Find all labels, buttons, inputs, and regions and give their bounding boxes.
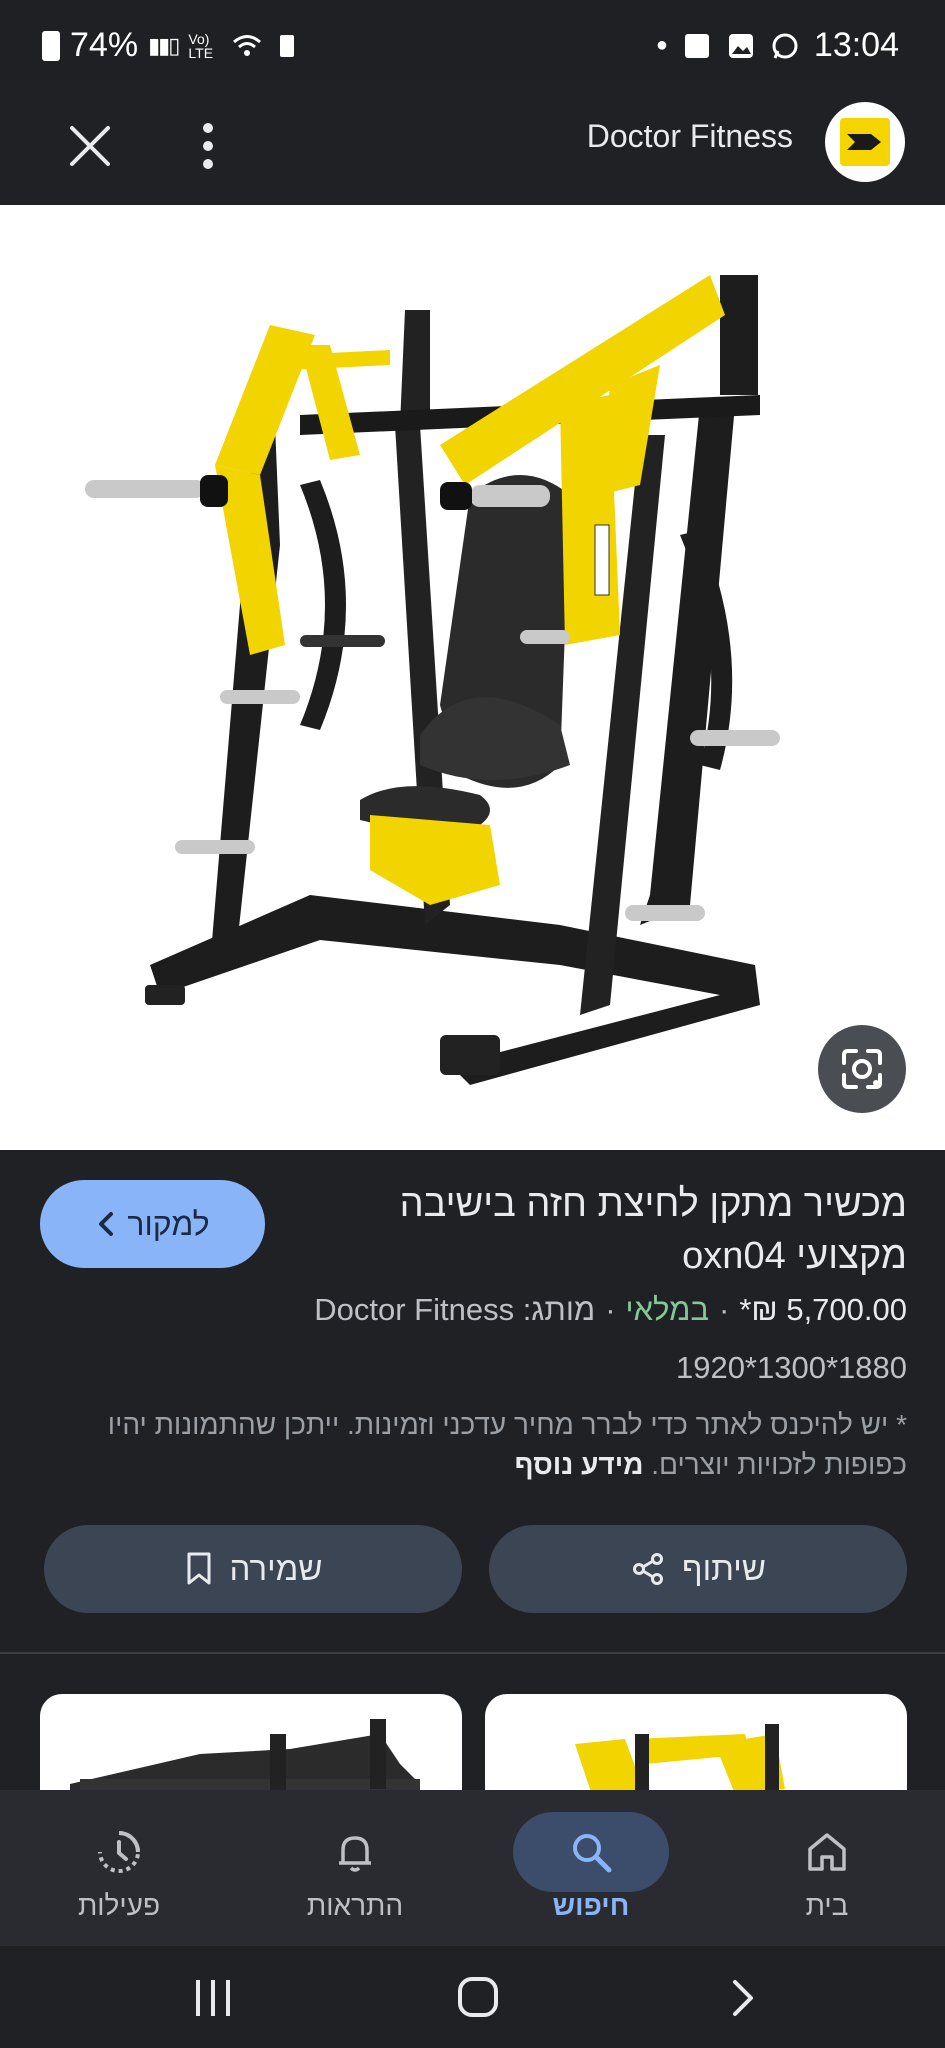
whatsapp-icon [772, 33, 798, 59]
system-navigation [0, 1946, 945, 2048]
app-notification-icon [684, 33, 709, 58]
product-dimensions: 1920*1300*1880 [675, 1350, 907, 1385]
nav-search[interactable]: חיפוש [473, 1790, 709, 1946]
nav-activity-label: פעילות [77, 1890, 161, 1921]
save-button[interactable]: שמירה [44, 1525, 462, 1613]
disclaimer-text: * יש להיכנס לאתר כדי לברר מחיר עדכני וזמ… [107, 1409, 907, 1480]
home-circle-icon[interactable] [455, 1974, 501, 2020]
home-icon [749, 1812, 905, 1892]
visit-source-button[interactable]: למקור [40, 1180, 265, 1268]
nav-notifications[interactable]: התראות [237, 1790, 473, 1946]
gallery-icon [728, 33, 753, 58]
share-icon [633, 1553, 664, 1585]
nav-home-label: בית [805, 1890, 849, 1921]
product-brand: מותג: Doctor Fitness [314, 1292, 596, 1327]
app-bar: Doctor Fitness [0, 80, 945, 205]
share-button[interactable]: שיתוף [489, 1525, 907, 1613]
clock: 13:04 [813, 26, 899, 64]
bottom-navigation: בית חיפוש התראות פעילות [0, 1790, 945, 1946]
bookmark-icon [187, 1552, 211, 1585]
availability-status: במלאי [625, 1292, 709, 1327]
back-icon[interactable] [725, 1976, 759, 2020]
visit-source-label: למקור [127, 1205, 210, 1242]
nav-activity[interactable]: פעילות [1, 1790, 237, 1946]
wifi-icon [233, 34, 262, 56]
site-logo-icon[interactable] [825, 102, 905, 182]
meta-separator: · [605, 1292, 616, 1327]
battery-level: 74% [70, 26, 139, 64]
signal-icon: ▮▮▯ [148, 32, 180, 58]
nav-search-label: חיפוש [552, 1890, 630, 1921]
product-image[interactable] [0, 205, 945, 1150]
bell-icon [277, 1812, 433, 1892]
save-label: שמירה [229, 1550, 323, 1587]
status-left: 74% ▮▮▯ Vo) LTE [42, 26, 302, 65]
more-info-link[interactable]: מידע נוסף [515, 1449, 644, 1480]
chevron-left-icon [99, 1212, 114, 1236]
notification-dot-icon: ● [655, 34, 668, 56]
product-meta: 5,700.00 ₪* · במלאי · מותג: Doctor Fitne… [314, 1292, 907, 1328]
battery-saver-icon [280, 34, 295, 57]
status-bar: 74% ▮▮▯ Vo) LTE ● 13:04 [0, 0, 945, 80]
site-name[interactable]: Doctor Fitness [587, 118, 793, 155]
battery-icon [42, 30, 60, 61]
section-divider [0, 1652, 945, 1654]
recent-apps-icon[interactable] [190, 1976, 236, 2020]
nav-notifications-label: התראות [306, 1890, 404, 1921]
product-price: 5,700.00 ₪* [739, 1292, 907, 1327]
chest-press-machine-image [85, 275, 780, 1085]
lens-icon [842, 1049, 882, 1089]
more-options-icon[interactable] [188, 116, 228, 176]
meta-separator: · [719, 1292, 730, 1327]
network-indicator: Vo) LTE [188, 30, 214, 61]
share-label: שיתוף [682, 1550, 766, 1587]
price-disclaimer: * יש להיכנס לאתר כדי לברר מחיר עדכני וזמ… [37, 1405, 907, 1485]
close-icon[interactable] [60, 116, 120, 176]
lens-search-button[interactable] [818, 1025, 906, 1113]
product-title: מכשיר מתקן לחיצת חזה בישיבה מקצועי oxn04 [399, 1183, 907, 1277]
search-icon [513, 1812, 669, 1892]
status-right: ● 13:04 [656, 26, 899, 65]
activity-icon [41, 1812, 197, 1892]
nav-home[interactable]: בית [709, 1790, 945, 1946]
